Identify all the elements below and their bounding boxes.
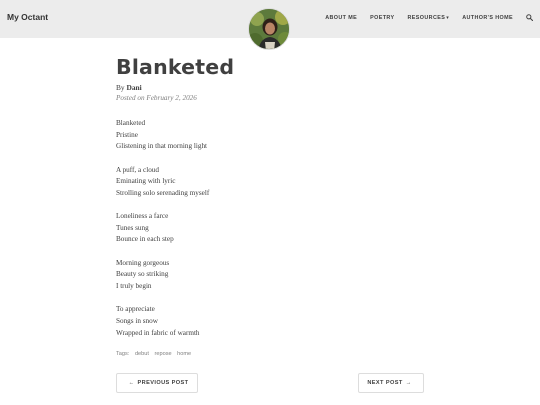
previous-post-label: PREVIOUS POST (137, 380, 189, 386)
poem-line: Blanketed (116, 119, 146, 127)
author-avatar[interactable] (248, 8, 290, 50)
stanza: Blanketed Pristine Glistening in that mo… (116, 118, 416, 153)
poem-line: Beauty so striking (116, 270, 169, 279)
author-link[interactable]: Dani (126, 83, 141, 92)
poem-line: Morning gorgeous (116, 258, 170, 267)
nav-poetry[interactable]: POETRY (370, 15, 394, 21)
stanza: Loneliness a farce Tunes sung Bounce in … (116, 211, 416, 246)
post-tags: Tags: debut repose home (116, 351, 191, 357)
nav-authors-home[interactable]: AUTHOR'S HOME (462, 15, 513, 21)
poem-line: Loneliness a farce (116, 212, 169, 221)
poem-body: Blanketed Pristine Glistening in that mo… (116, 118, 416, 351)
tag-link-debut[interactable]: debut (135, 351, 149, 357)
site-brand[interactable]: My Octant (7, 12, 48, 22)
tag-link-home[interactable]: home (177, 351, 191, 357)
main-nav: ABOUT ME POETRY RESOURCES▾ AUTHOR'S HOME (312, 14, 533, 21)
next-post-label: NEXT POST (367, 380, 403, 386)
poem-line: Songs in snow (116, 316, 158, 325)
nav-resources-label: RESOURCES (407, 14, 446, 21)
poem-line: To appreciate (116, 305, 155, 314)
stanza: Morning gorgeous Beauty so striking I tr… (116, 258, 416, 293)
arrow-left-icon: ← (128, 380, 135, 386)
previous-post-button[interactable]: ← PREVIOUS POST (116, 373, 198, 393)
post-byline: By Dani (116, 83, 142, 92)
post-title: Blanketed (116, 55, 235, 79)
tag-link-repose[interactable]: repose (155, 351, 172, 357)
avatar-photo (249, 9, 289, 49)
post-date: Posted on February 2, 2026 (116, 94, 197, 102)
search-icon[interactable] (526, 14, 533, 21)
next-post-button[interactable]: NEXT POST → (358, 373, 424, 393)
poem-line: Glistening in that morning light (116, 142, 208, 151)
poem-line: Strolling solo serenading myself (116, 188, 210, 197)
byline-prefix: By (116, 83, 125, 92)
blog-post: Blanketed By Dani Posted on February 2, … (116, 55, 426, 393)
poem-line: Wrapped in fabric of warmth (116, 328, 200, 337)
nav-resources[interactable]: RESOURCES▾ (408, 15, 450, 21)
nav-about-me[interactable]: ABOUT ME (325, 15, 357, 21)
poem-line: Pristine (116, 130, 138, 139)
poem-line: I truly begin (116, 281, 152, 290)
stanza: To appreciate Songs in snow Wrapped in f… (116, 304, 416, 339)
poem-line: Tunes sung (116, 223, 149, 232)
chevron-down-icon: ▾ (446, 14, 450, 21)
poem-line: Bounce in each step (116, 235, 174, 244)
poem-line: Eminating with lyric (116, 177, 176, 186)
tags-label: Tags: (116, 351, 130, 357)
arrow-right-icon: → (405, 380, 412, 386)
poem-line: A puff, a cloud (116, 165, 159, 174)
stanza: A puff, a cloud Eminating with lyric Str… (116, 165, 416, 200)
